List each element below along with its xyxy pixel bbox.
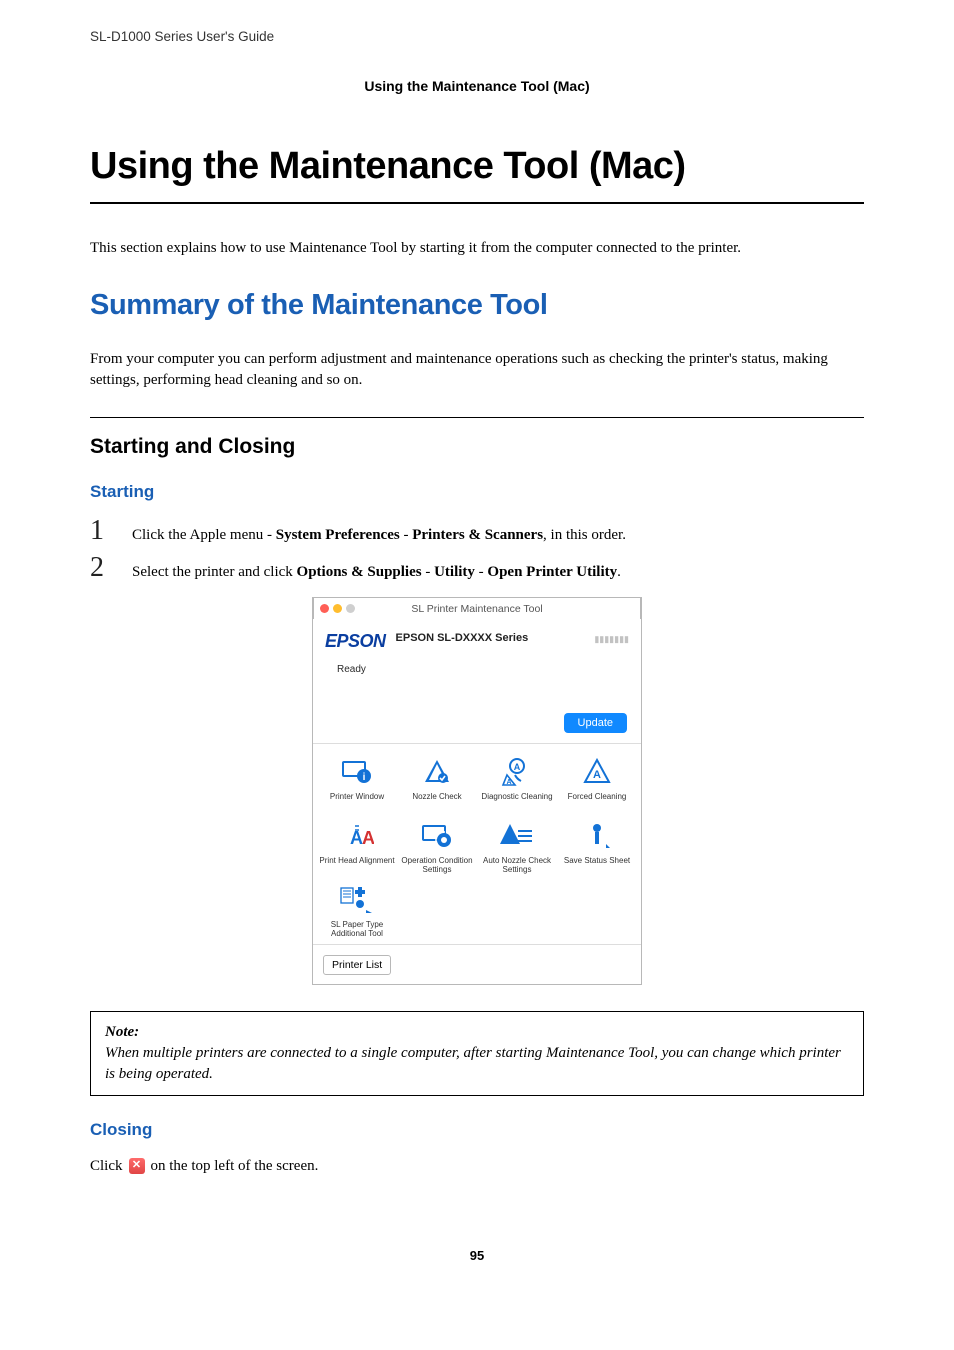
- auto-nozzle-check-settings-icon: [499, 820, 535, 852]
- svg-text:A: A: [506, 779, 511, 786]
- epson-logo: EPSON: [325, 629, 386, 654]
- tile-forced-cleaning-label: Forced Cleaning: [568, 792, 627, 810]
- diagnostic-cleaning-icon: A A: [499, 756, 535, 788]
- step-1-text: Click the Apple menu - System Preference…: [132, 525, 864, 546]
- note-box: Note: When multiple printers are connect…: [90, 1011, 864, 1096]
- tile-auto-nozzle-check-settings[interactable]: Auto Nozzle Check Settings: [477, 820, 557, 874]
- close-icon: ✕: [129, 1158, 145, 1174]
- step-2: 2 Select the printer and click Options &…: [90, 554, 864, 583]
- tile-diagnostic-cleaning-label: Diagnostic Cleaning: [481, 792, 552, 810]
- page-number: 95: [90, 1247, 864, 1265]
- save-status-sheet-icon: [579, 820, 615, 852]
- printer-list-button[interactable]: Printer List: [323, 955, 391, 975]
- step-1-post: , in this order.: [543, 527, 626, 543]
- closing-instruction: Click ✕ on the top left of the screen.: [90, 1156, 864, 1177]
- running-header: SL-D1000 Series User's Guide: [90, 28, 864, 47]
- step-2-number: 2: [90, 554, 132, 582]
- tile-diagnostic-cleaning[interactable]: A A Diagnostic Cleaning: [477, 756, 557, 810]
- window-titlebar[interactable]: SL Printer Maintenance Tool: [313, 597, 641, 619]
- window-title: SL Printer Maintenance Tool: [314, 602, 640, 617]
- tile-printer-window-label: Printer Window: [330, 792, 384, 810]
- tile-sl-paper-type-label: SL Paper Type Additional Tool: [317, 920, 397, 938]
- printer-window-icon: i: [339, 756, 375, 788]
- note-label: Note:: [105, 1022, 849, 1043]
- step-1-mid1: -: [400, 527, 413, 543]
- section-summary-title: Summary of the Maintenance Tool: [90, 285, 864, 326]
- step-2-mid1: -: [422, 564, 435, 580]
- page-title: Using the Maintenance Tool (Mac): [90, 140, 864, 203]
- tile-sl-paper-type-additional-tool[interactable]: SL Paper Type Additional Tool: [317, 884, 397, 938]
- nozzle-check-icon: [419, 756, 455, 788]
- tile-nozzle-check-label: Nozzle Check: [412, 792, 461, 810]
- subhead-starting-closing: Starting and Closing: [90, 417, 864, 461]
- svg-text:A: A: [514, 762, 521, 772]
- step-2-bold-1: Options & Supplies: [297, 564, 422, 580]
- step-1-pre: Click the Apple menu -: [132, 527, 276, 543]
- step-2-bold-2: Utility: [434, 564, 475, 580]
- status-text: Ready: [337, 663, 627, 703]
- tile-printer-window[interactable]: i Printer Window: [317, 756, 397, 810]
- note-body: When multiple printers are connected to …: [105, 1043, 849, 1085]
- step-2-pre: Select the printer and click: [132, 564, 297, 580]
- tile-auto-nozzle-check-settings-label: Auto Nozzle Check Settings: [477, 856, 557, 874]
- tile-forced-cleaning[interactable]: A Forced Cleaning: [557, 756, 637, 810]
- forced-cleaning-icon: A: [579, 756, 615, 788]
- closing-post: on the top left of the screen.: [151, 1156, 319, 1177]
- tile-operation-condition-settings[interactable]: Operation Condition Settings: [397, 820, 477, 874]
- update-button[interactable]: Update: [564, 713, 627, 733]
- step-2-post: .: [617, 564, 621, 580]
- printer-address: ▮▮▮▮▮▮▮: [594, 629, 629, 646]
- tile-operation-condition-settings-label: Operation Condition Settings: [397, 856, 477, 874]
- operation-condition-settings-icon: [419, 820, 455, 852]
- maintenance-tool-window: SL Printer Maintenance Tool EPSON EPSON …: [312, 597, 642, 984]
- doc-section-label: Using the Maintenance Tool (Mac): [90, 77, 864, 97]
- step-1: 1 Click the Apple menu - System Preferen…: [90, 517, 864, 546]
- printer-model: EPSON SL-DXXXX Series: [396, 629, 585, 646]
- intro-paragraph: This section explains how to use Mainten…: [90, 238, 864, 259]
- summary-paragraph: From your computer you can perform adjus…: [90, 349, 864, 391]
- print-head-alignment-icon: A A: [339, 820, 375, 852]
- tile-nozzle-check[interactable]: Nozzle Check: [397, 756, 477, 810]
- svg-text:i: i: [363, 772, 366, 783]
- tile-print-head-alignment-label: Print Head Alignment: [319, 856, 394, 874]
- step-1-bold-2: Printers & Scanners: [412, 527, 543, 543]
- step-2-text: Select the printer and click Options & S…: [132, 562, 864, 583]
- step-1-number: 1: [90, 517, 132, 545]
- tile-print-head-alignment[interactable]: A A Print Head Alignment: [317, 820, 397, 874]
- closing-pre: Click: [90, 1156, 123, 1177]
- svg-text:A: A: [362, 828, 374, 848]
- tile-save-status-sheet[interactable]: Save Status Sheet: [557, 820, 637, 874]
- step-2-mid2: -: [475, 564, 488, 580]
- minihead-starting: Starting: [90, 480, 864, 504]
- tile-save-status-sheet-label: Save Status Sheet: [564, 856, 630, 874]
- minihead-closing: Closing: [90, 1118, 864, 1142]
- sl-paper-type-icon: [339, 884, 375, 916]
- step-1-bold-1: System Preferences: [276, 527, 400, 543]
- svg-text:A: A: [593, 769, 601, 781]
- step-2-bold-3: Open Printer Utility: [487, 564, 617, 580]
